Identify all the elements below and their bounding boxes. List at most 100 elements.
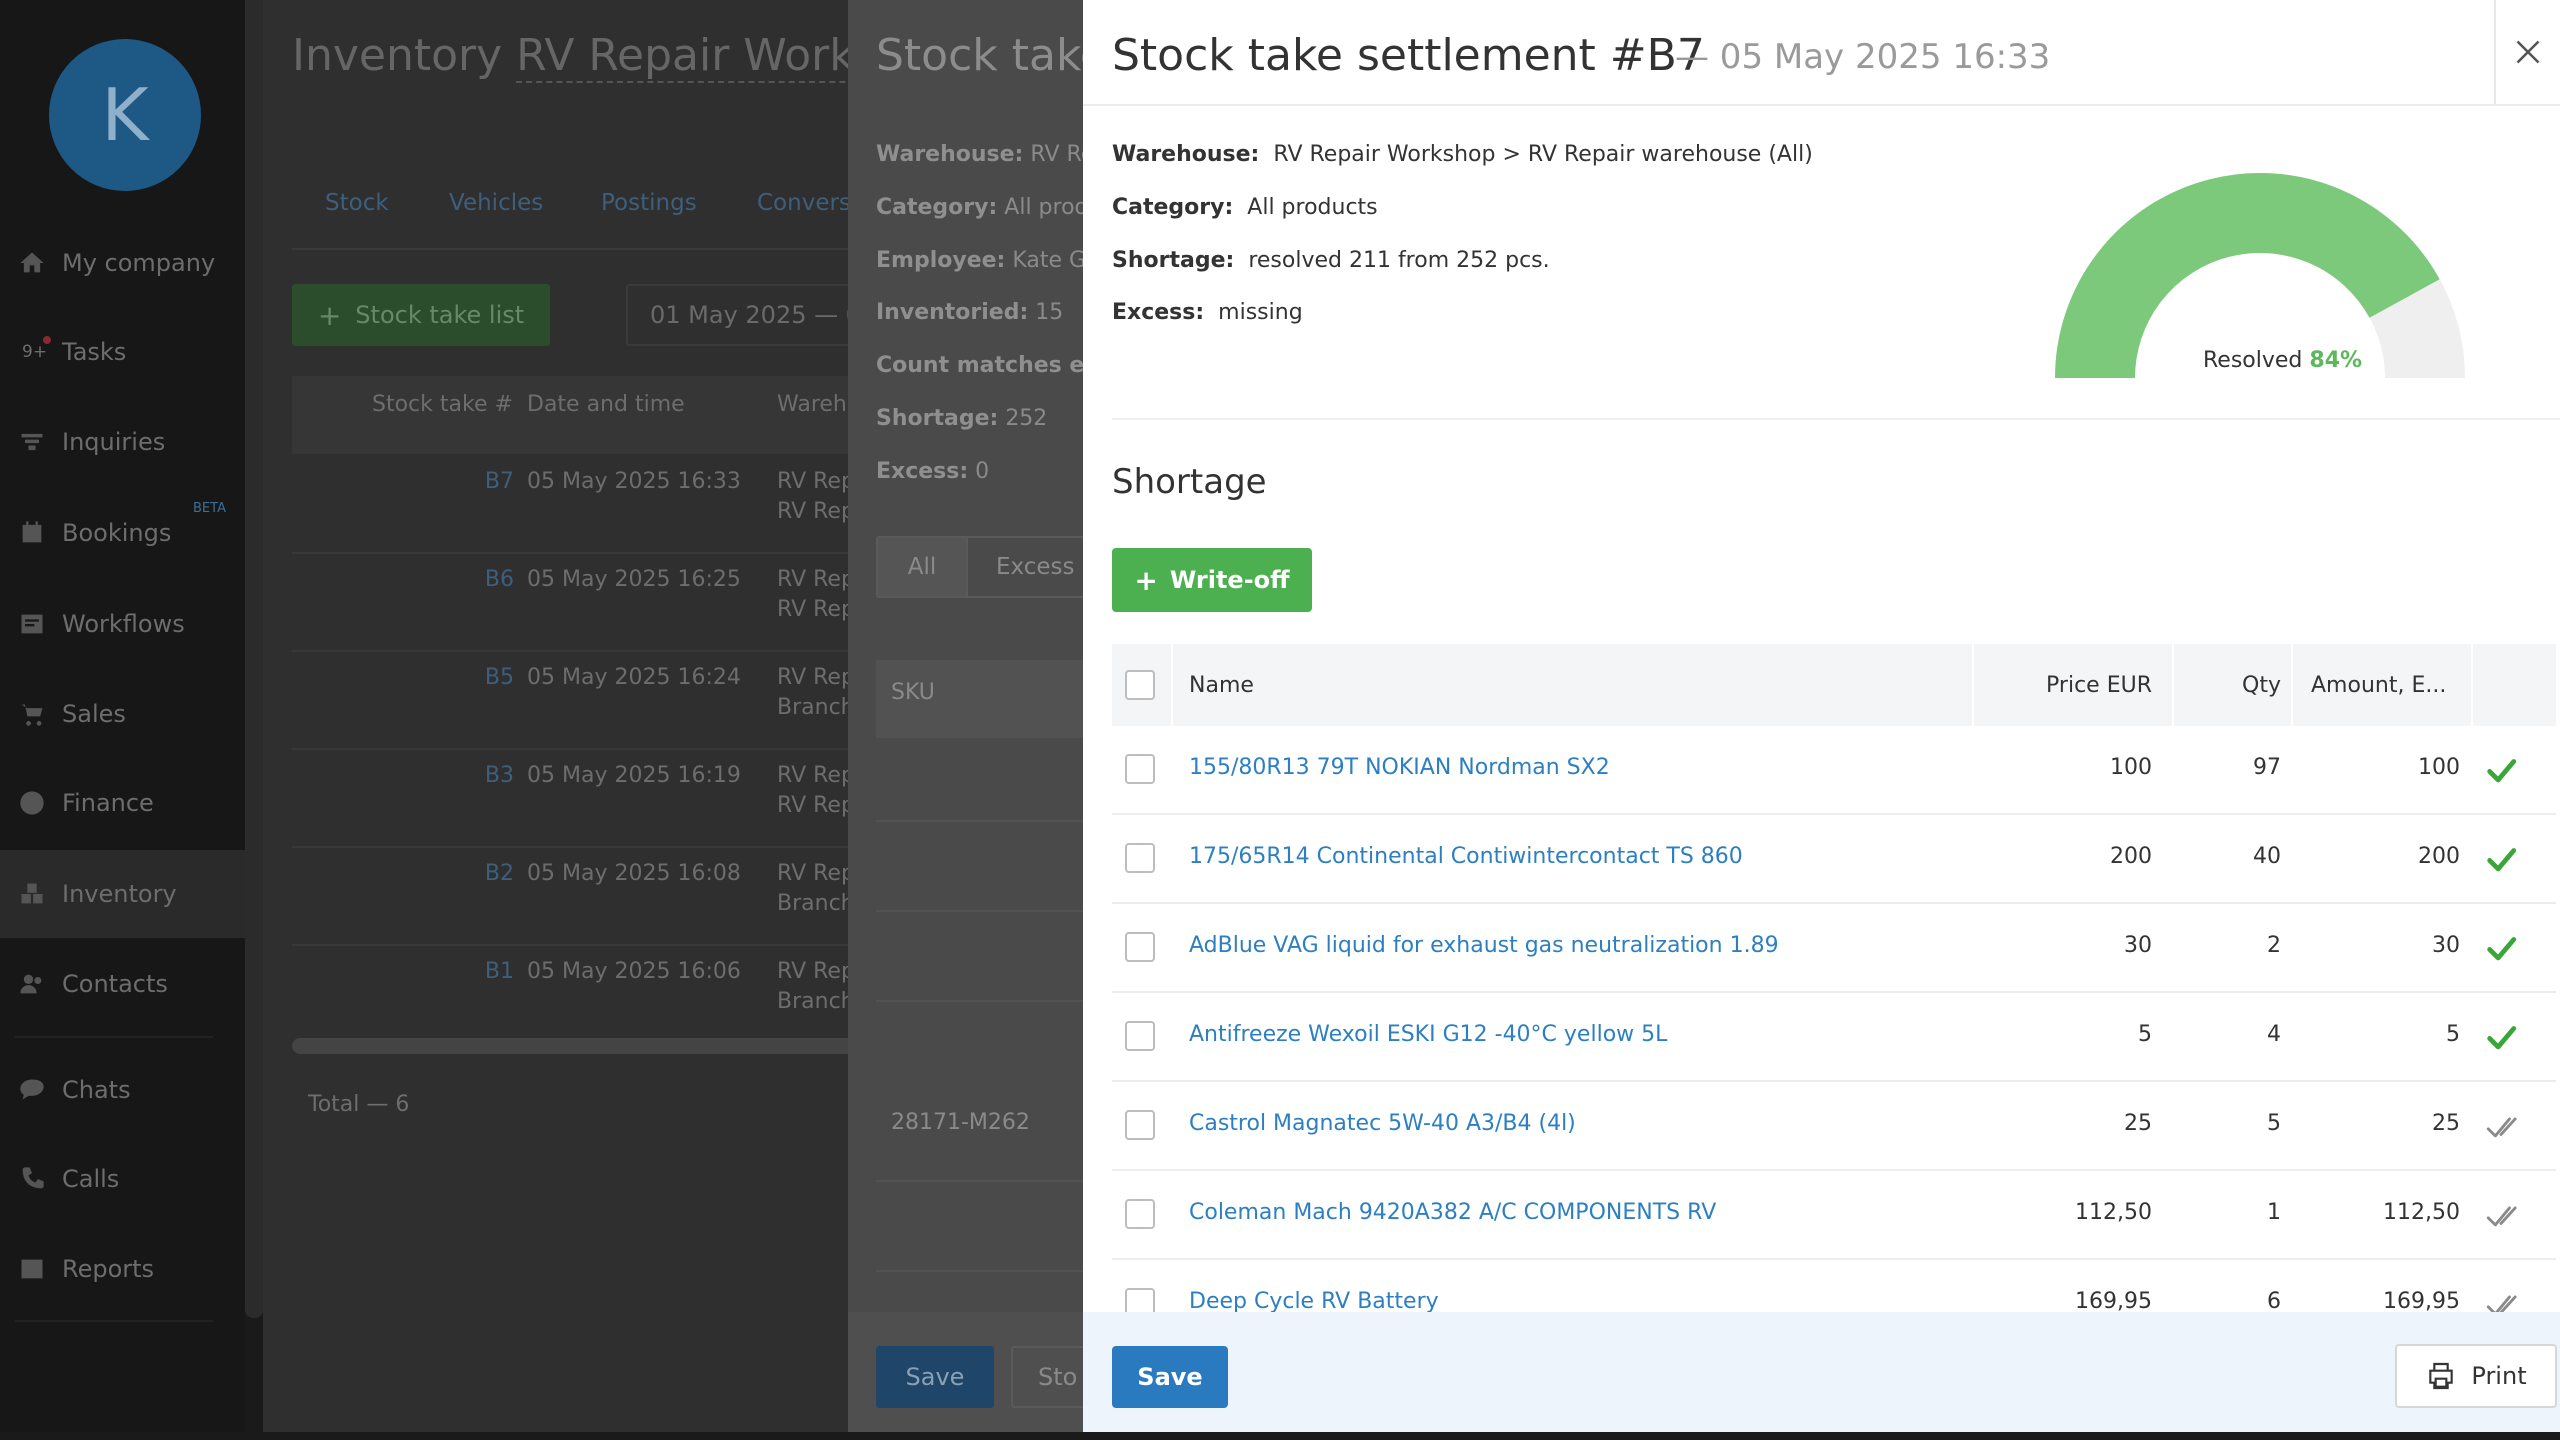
row-checkbox[interactable] [1125, 932, 1155, 962]
info-value: Kate G [1012, 248, 1083, 273]
stock-take-list-button[interactable]: + Stock take list [292, 284, 550, 346]
column-header[interactable]: SKU [891, 680, 935, 705]
info-warehouse: Warehouse: RV Repair Workshop > RV Repair… [1112, 142, 1813, 167]
table-row[interactable]: Castrol Magnatec 5W-40 A3/B4 (4l) 25 5 25 [1112, 1082, 2556, 1171]
tab-stock[interactable]: Stock [325, 190, 389, 216]
sidebar-item-tasks[interactable]: 9+ Tasks [0, 308, 245, 396]
table-row[interactable]: AdBlue VAG liquid for exhaust gas neutra… [1112, 904, 2556, 993]
filter-segmented-control: All Excess [876, 536, 1083, 598]
product-name-link[interactable]: 155/80R13 79T NOKIAN Nordman SX2 [1189, 755, 1610, 780]
table-horizontal-scrollbar[interactable] [292, 1038, 848, 1054]
table-row[interactable]: B7 05 May 2025 16:33 RV Rep RV Rep [292, 456, 848, 554]
double-check-icon[interactable] [2484, 1198, 2518, 1232]
sidebar-item-sales[interactable]: Sales [0, 670, 245, 758]
sidebar-item-chats[interactable]: Chats [0, 1046, 245, 1134]
write-off-button[interactable]: + Write-off [1112, 548, 1312, 612]
sidebar-divider [15, 1036, 213, 1038]
row-checkbox[interactable] [1125, 1021, 1155, 1051]
row-warehouse: Branch [777, 695, 848, 720]
gauge-percent: 84% [2309, 348, 2363, 373]
column-header[interactable]: Stock take # [372, 392, 513, 417]
column-header-price[interactable]: Price EUR [1972, 644, 2152, 726]
filter-all-button[interactable]: All [878, 538, 968, 596]
stock-take-number-link[interactable]: B6 [474, 567, 514, 592]
tab-vehicles[interactable]: Vehicles [449, 190, 543, 216]
sidebar-item-inquiries[interactable]: Inquiries [0, 398, 245, 486]
table-row[interactable]: B1 05 May 2025 16:06 RV Rep Branch [292, 946, 848, 1044]
stock-take-number-link[interactable]: B5 [474, 665, 514, 690]
sidebar-item-my-company[interactable]: My company [0, 219, 245, 307]
table-row[interactable]: 175/65R14 Continental Contiwintercontact… [1112, 815, 2556, 904]
table-row[interactable]: Coleman Mach 9420A382 A/C COMPONENTS RV 1… [1112, 1171, 2556, 1260]
info-label: Excess: [876, 459, 969, 484]
plus-icon: + [1134, 563, 1158, 597]
sidebar-item-label: My company [62, 249, 216, 277]
sidebar-scrollbar[interactable] [245, 0, 263, 1318]
product-name-link[interactable]: Deep Cycle RV Battery [1189, 1289, 1439, 1314]
product-name-link[interactable]: Coleman Mach 9420A382 A/C COMPONENTS RV [1189, 1200, 1716, 1225]
sidebar-item-calls[interactable]: Calls [0, 1135, 245, 1223]
check-icon[interactable] [2484, 842, 2518, 876]
sidebar-item-inventory[interactable]: Inventory [0, 850, 245, 938]
tab-conversions[interactable]: Convers [757, 190, 848, 216]
tab-postings[interactable]: Postings [601, 190, 697, 216]
panel-info-line: Count matches ex [876, 353, 1083, 378]
select-all-checkbox[interactable] [1125, 670, 1155, 700]
qty-cell: 2 [2267, 933, 2281, 958]
amount-cell: 100 [2418, 755, 2460, 780]
table-row[interactable]: B6 05 May 2025 16:25 RV Rep RV Rep [292, 554, 848, 652]
save-button[interactable]: Save [1112, 1346, 1228, 1408]
sidebar-item-label: Bookings [62, 519, 172, 547]
table-row[interactable]: 155/80R13 79T NOKIAN Nordman SX2 100 97 100 [1112, 726, 2556, 815]
row-checkbox[interactable] [1125, 843, 1155, 873]
check-icon[interactable] [2484, 931, 2518, 965]
date-range-picker[interactable]: 01 May 2025 — 0 [626, 284, 848, 346]
double-check-icon[interactable] [2484, 1109, 2518, 1143]
sidebar-item-reports[interactable]: Reports [0, 1225, 245, 1313]
row-date: 05 May 2025 16:06 [527, 959, 741, 984]
panel-stock-button[interactable]: Sto [1011, 1346, 1083, 1408]
sidebar-item-label: Inquiries [62, 428, 166, 456]
table-row[interactable]: B3 05 May 2025 16:19 RV Rep RV Rep [292, 750, 848, 848]
column-header[interactable]: Wareh [777, 392, 847, 417]
close-button[interactable] [2494, 0, 2560, 104]
sidebar-item-contacts[interactable]: Contacts [0, 940, 245, 1028]
check-icon[interactable] [2484, 1020, 2518, 1054]
stock-take-number-link[interactable]: B1 [474, 959, 514, 984]
row-checkbox[interactable] [1125, 1199, 1155, 1229]
table-row[interactable]: B5 05 May 2025 16:24 RV Rep Branch [292, 652, 848, 750]
stock-take-number-link[interactable]: B3 [474, 763, 514, 788]
sku-value: 28171-M262 [891, 1110, 1030, 1135]
table-row[interactable]: Antifreeze Wexoil ESKI G12 -40°C yellow … [1112, 993, 2556, 1082]
amount-cell: 200 [2418, 844, 2460, 869]
stock-take-number-link[interactable]: B7 [474, 469, 514, 494]
row-warehouse: RV Rep [777, 597, 848, 622]
row-checkbox[interactable] [1125, 1110, 1155, 1140]
amount-cell: 5 [2446, 1022, 2460, 1047]
panel-info-line: Category: All prod [876, 195, 1083, 220]
warehouse-selector[interactable]: RV Repair Worksh [516, 30, 848, 83]
qty-cell: 1 [2267, 1200, 2281, 1225]
sidebar-item-finance[interactable]: Finance [0, 759, 245, 847]
column-header[interactable]: Date and time [527, 392, 685, 417]
panel-save-button[interactable]: Save [876, 1346, 994, 1408]
product-name-link[interactable]: 175/65R14 Continental Contiwintercontact… [1189, 844, 1743, 869]
avatar[interactable]: K [49, 39, 201, 191]
table-row[interactable]: B2 05 May 2025 16:08 RV Rep Branch [292, 848, 848, 946]
column-header-name[interactable]: Name [1189, 644, 1254, 726]
column-header-qty[interactable]: Qty [2172, 644, 2281, 726]
filter-excess-button[interactable]: Excess [968, 538, 1075, 596]
print-button[interactable]: Print [2395, 1344, 2557, 1408]
sidebar-item-workflows[interactable]: Workflows [0, 580, 245, 668]
column-header-amount[interactable]: Amount, E... [2311, 644, 2471, 726]
stock-take-number-link[interactable]: B2 [474, 861, 514, 886]
panel-info-line: Inventoried: 15 [876, 300, 1063, 325]
product-name-link[interactable]: AdBlue VAG liquid for exhaust gas neutra… [1189, 933, 1779, 958]
product-name-link[interactable]: Castrol Magnatec 5W-40 A3/B4 (4l) [1189, 1111, 1576, 1136]
check-icon[interactable] [2484, 753, 2518, 787]
sidebar-item-label: Finance [62, 789, 154, 817]
product-name-link[interactable]: Antifreeze Wexoil ESKI G12 -40°C yellow … [1189, 1022, 1667, 1047]
info-category: Category: All products [1112, 195, 1378, 220]
sidebar-item-bookings[interactable]: Bookings BETA [0, 489, 245, 577]
row-checkbox[interactable] [1125, 754, 1155, 784]
